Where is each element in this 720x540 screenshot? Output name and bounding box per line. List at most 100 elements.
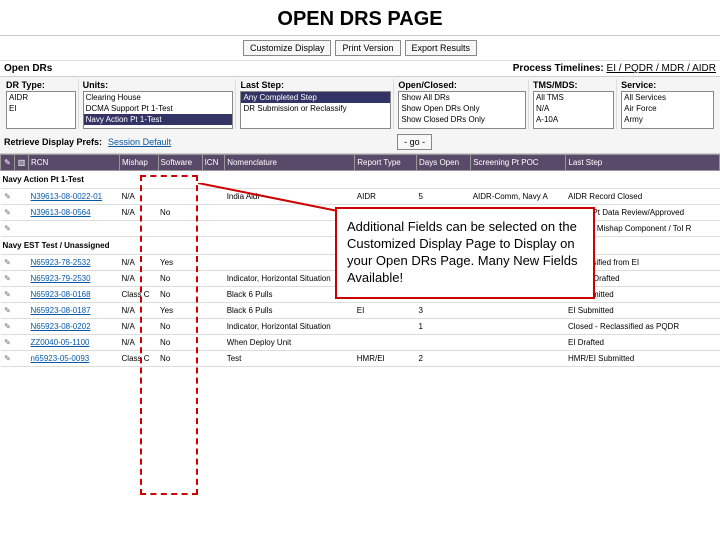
rcn-cell[interactable]: N65923-08-0168 (29, 287, 120, 303)
laststep-opt-1[interactable]: DR Submission or Reclassify (241, 103, 390, 114)
oc-opt-2[interactable]: Show Closed DRs Only (399, 114, 525, 125)
print-version-button[interactable]: Print Version (335, 40, 400, 56)
col-report-type[interactable]: Report Type (355, 155, 417, 171)
timelines-label: Process Timelines: (513, 63, 604, 74)
col-icn[interactable]: ICN (202, 155, 225, 171)
laststep-label: Last Step: (240, 79, 391, 91)
oc-opt-1[interactable]: Show Open DRs Only (399, 103, 525, 114)
go-button[interactable]: - go - (397, 134, 432, 150)
timelines-links[interactable]: EI / PQDR / MDR / AIDR (607, 63, 716, 74)
edit-icon[interactable]: ✎ (1, 335, 15, 351)
edit-icon[interactable]: ✎ (1, 205, 15, 221)
edit-icon[interactable]: ✎ (1, 303, 15, 319)
nomenclature-cell: Indicator, Horizontal Situation (225, 319, 355, 335)
poc-cell: AIDR-Comm, Navy A (471, 189, 566, 205)
software-cell: No (158, 351, 202, 367)
export-results-button[interactable]: Export Results (405, 40, 478, 56)
poc-cell (471, 351, 566, 367)
customize-display-button[interactable]: Customize Display (243, 40, 332, 56)
view-icon[interactable] (15, 271, 29, 287)
icn-cell (202, 335, 225, 351)
days-open-cell: 5 (417, 189, 471, 205)
view-icon[interactable] (15, 189, 29, 205)
svc-opt-1[interactable]: Air Force (622, 103, 713, 114)
edit-icon[interactable]: ✎ (1, 221, 15, 237)
tms-opt-2[interactable]: A-10A (534, 114, 613, 125)
last-step-cell: HMR/EI Submitted (566, 351, 720, 367)
software-cell (158, 189, 202, 205)
open-drs-heading: Open DRs (4, 63, 52, 74)
nomenclature-cell: India Aidr (225, 189, 355, 205)
view-icon[interactable] (15, 319, 29, 335)
laststep-listbox[interactable]: Any Completed Step DR Submission or Recl… (240, 91, 391, 129)
days-open-cell: 1 (417, 319, 471, 335)
units-opt-2[interactable]: Navy Action Pt 1-Test (84, 114, 233, 125)
drtype-opt-0[interactable]: AIDR (7, 92, 75, 103)
edit-icon[interactable]: ✎ (1, 351, 15, 367)
rcn-cell[interactable] (29, 221, 120, 237)
oc-opt-0[interactable]: Show All DRs (399, 92, 525, 103)
table-header-row: ✎ ▥ RCN Mishap Software ICN Nomenclature… (1, 155, 720, 171)
tmsmds-listbox[interactable]: All TMS N/A A-10A (533, 91, 614, 129)
last-step-cell: EI Drafted (566, 335, 720, 351)
software-cell: Yes (158, 255, 202, 271)
rcn-cell[interactable]: N65923-78-2532 (29, 255, 120, 271)
rcn-cell[interactable]: N39613-08-0022-01 (29, 189, 120, 205)
software-cell: No (158, 271, 202, 287)
col-screening-poc[interactable]: Screening Pt POC (471, 155, 566, 171)
svc-opt-2[interactable]: Army (622, 114, 713, 125)
edit-icon[interactable]: ✎ (1, 271, 15, 287)
view-icon[interactable] (15, 287, 29, 303)
nomenclature-cell: When Deploy Unit (225, 335, 355, 351)
units-opt-1[interactable]: DCMA Support Pt 1-Test (84, 103, 233, 114)
units-listbox[interactable]: Clearing House DCMA Support Pt 1-Test Na… (83, 91, 234, 129)
rcn-cell[interactable]: N65923-79-2530 (29, 271, 120, 287)
edit-icon[interactable]: ✎ (1, 255, 15, 271)
rcn-cell[interactable]: ZZ0040-05-1100 (29, 335, 120, 351)
table-row: ✎ZZ0040-05-1100N/ANoWhen Deploy UnitEI D… (1, 335, 720, 351)
col-mishap[interactable]: Mishap (120, 155, 159, 171)
section-row: Navy Action Pt 1-Test (1, 171, 720, 189)
mishap-cell: Class C (120, 351, 159, 367)
icn-cell (202, 319, 225, 335)
edit-icon[interactable]: ✎ (1, 319, 15, 335)
report-type-cell (355, 319, 417, 335)
tms-opt-0[interactable]: All TMS (534, 92, 613, 103)
laststep-opt-0[interactable]: Any Completed Step (241, 92, 390, 103)
col-nomenclature[interactable]: Nomenclature (225, 155, 355, 171)
edit-icon[interactable]: ✎ (1, 189, 15, 205)
drtype-listbox[interactable]: AIDR EI (6, 91, 76, 129)
view-icon[interactable] (15, 255, 29, 271)
report-type-cell: HMR/EI (355, 351, 417, 367)
view-icon[interactable] (15, 303, 29, 319)
view-icon[interactable] (15, 335, 29, 351)
col-rcn[interactable]: RCN (29, 155, 120, 171)
rcn-cell[interactable]: N39613-08-0564 (29, 205, 120, 221)
tms-opt-1[interactable]: N/A (534, 103, 613, 114)
view-icon[interactable] (15, 351, 29, 367)
col-software[interactable]: Software (158, 155, 202, 171)
edit-icon[interactable]: ✎ (1, 287, 15, 303)
col-days-open[interactable]: Days Open (417, 155, 471, 171)
service-listbox[interactable]: All Services Air Force Army (621, 91, 714, 129)
units-opt-0[interactable]: Clearing House (84, 92, 233, 103)
software-cell: No (158, 319, 202, 335)
svc-opt-0[interactable]: All Services (622, 92, 713, 103)
prefs-label: Retrieve Display Prefs: (4, 137, 102, 147)
poc-cell (471, 319, 566, 335)
view-icon[interactable] (15, 205, 29, 221)
rcn-cell[interactable]: n65923-05-0093 (29, 351, 120, 367)
icn-cell (202, 189, 225, 205)
openclosed-listbox[interactable]: Show All DRs Show Open DRs Only Show Clo… (398, 91, 526, 129)
view-icon[interactable] (15, 221, 29, 237)
mishap-cell: N/A (120, 205, 159, 221)
mishap-cell: N/A (120, 335, 159, 351)
session-default-link[interactable]: Session Default (108, 137, 171, 147)
icn-cell (202, 287, 225, 303)
col-last-step[interactable]: Last Step (566, 155, 720, 171)
poc-cell (471, 335, 566, 351)
rcn-cell[interactable]: N65923-08-0187 (29, 303, 120, 319)
rcn-cell[interactable]: N65923-08-0202 (29, 319, 120, 335)
table-row: ✎n65923-05-0093Class CNoTestHMR/EI2HMR/E… (1, 351, 720, 367)
drtype-opt-1[interactable]: EI (7, 103, 75, 114)
